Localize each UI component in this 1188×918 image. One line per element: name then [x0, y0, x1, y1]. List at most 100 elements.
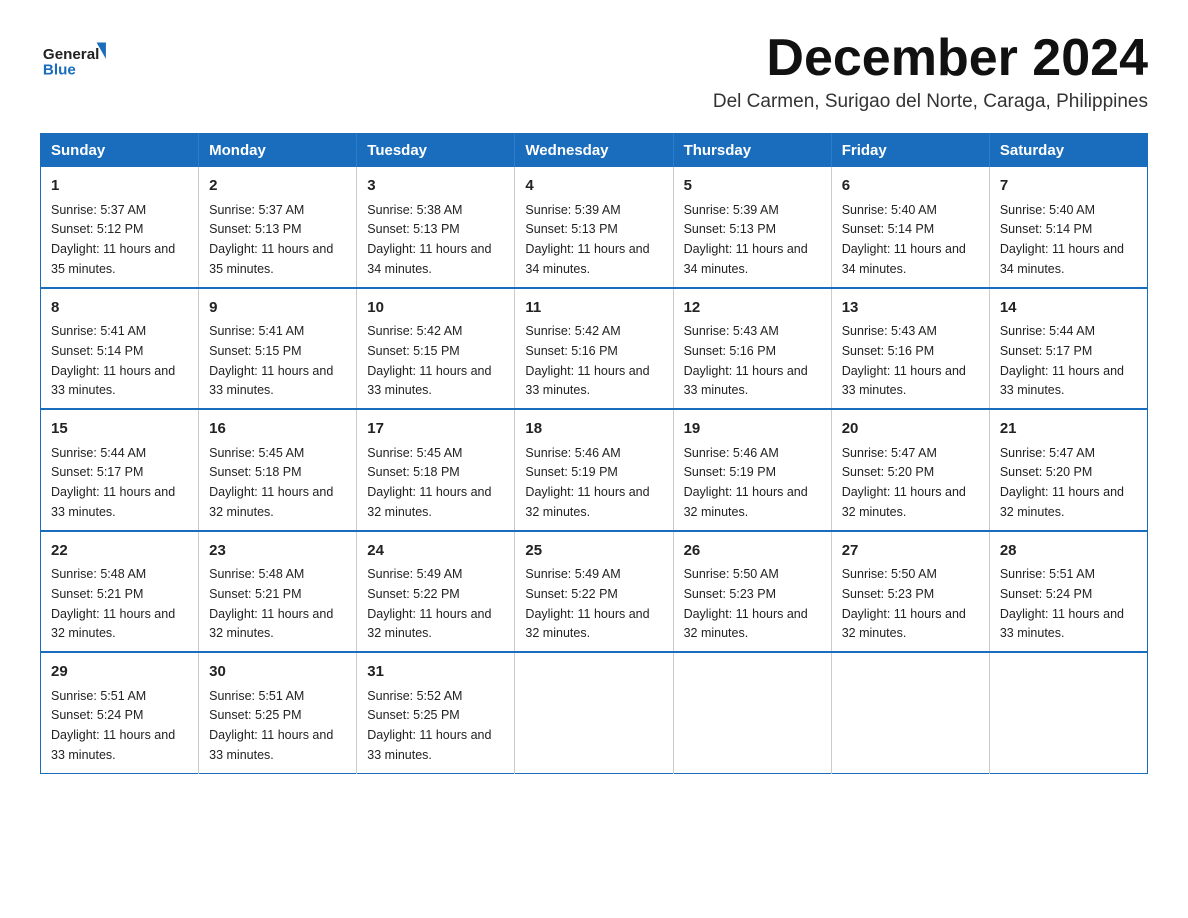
- day-info: Sunrise: 5:49 AMSunset: 5:22 PMDaylight:…: [525, 567, 649, 640]
- week-row-5: 29Sunrise: 5:51 AMSunset: 5:24 PMDayligh…: [41, 652, 1148, 773]
- day-info: Sunrise: 5:51 AMSunset: 5:24 PMDaylight:…: [1000, 567, 1124, 640]
- day-number: 1: [51, 175, 188, 198]
- weekday-header-wednesday: Wednesday: [515, 134, 673, 168]
- day-info: Sunrise: 5:51 AMSunset: 5:25 PMDaylight:…: [209, 689, 333, 762]
- calendar-cell: [515, 652, 673, 773]
- calendar-cell: 7Sunrise: 5:40 AMSunset: 5:14 PMDaylight…: [989, 167, 1147, 288]
- calendar-cell: 6 Sunrise: 5:40 AMSunset: 5:14 PMDaylight…: [831, 167, 989, 288]
- title-block: December 2024 Del Carmen, Surigao del No…: [713, 30, 1148, 113]
- calendar-table: SundayMondayTuesdayWednesdayThursdayFrid…: [40, 133, 1148, 774]
- day-info: Sunrise: 5:44 AMSunset: 5:17 PMDaylight:…: [51, 446, 175, 519]
- day-number: 25: [525, 540, 662, 563]
- day-info: Sunrise: 5:39 AMSunset: 5:13 PMDaylight:…: [525, 203, 649, 276]
- week-row-1: 1 Sunrise: 5:37 AMSunset: 5:12 PMDaylight…: [41, 167, 1148, 288]
- calendar-cell: 21 Sunrise: 5:47 AMSunset: 5:20 PMDayligh…: [989, 409, 1147, 531]
- weekday-header-tuesday: Tuesday: [357, 134, 515, 168]
- week-row-3: 15 Sunrise: 5:44 AMSunset: 5:17 PMDayligh…: [41, 409, 1148, 531]
- calendar-cell: 23Sunrise: 5:48 AMSunset: 5:21 PMDayligh…: [199, 531, 357, 653]
- calendar-cell: 12 Sunrise: 5:43 AMSunset: 5:16 PMDayligh…: [673, 288, 831, 410]
- day-number: 22: [51, 540, 188, 563]
- weekday-header-friday: Friday: [831, 134, 989, 168]
- day-number: 31: [367, 661, 504, 684]
- day-info: Sunrise: 5:45 AMSunset: 5:18 PMDaylight:…: [367, 446, 491, 519]
- calendar-cell: 2Sunrise: 5:37 AMSunset: 5:13 PMDaylight…: [199, 167, 357, 288]
- day-number: 27: [842, 540, 979, 563]
- week-row-2: 8Sunrise: 5:41 AMSunset: 5:14 PMDaylight…: [41, 288, 1148, 410]
- day-number: 10: [367, 297, 504, 320]
- svg-text:Blue: Blue: [43, 62, 76, 79]
- day-info: Sunrise: 5:42 AMSunset: 5:15 PMDaylight:…: [367, 324, 491, 397]
- weekday-header-row: SundayMondayTuesdayWednesdayThursdayFrid…: [41, 134, 1148, 168]
- calendar-cell: 4 Sunrise: 5:39 AMSunset: 5:13 PMDaylight…: [515, 167, 673, 288]
- day-info: Sunrise: 5:40 AMSunset: 5:14 PMDaylight:…: [842, 203, 966, 276]
- calendar-cell: 31Sunrise: 5:52 AMSunset: 5:25 PMDayligh…: [357, 652, 515, 773]
- day-info: Sunrise: 5:51 AMSunset: 5:24 PMDaylight:…: [51, 689, 175, 762]
- calendar-cell: 18 Sunrise: 5:46 AMSunset: 5:19 PMDayligh…: [515, 409, 673, 531]
- day-number: 4: [525, 175, 662, 198]
- calendar-cell: 13 Sunrise: 5:43 AMSunset: 5:16 PMDayligh…: [831, 288, 989, 410]
- svg-text:General: General: [43, 46, 99, 63]
- day-info: Sunrise: 5:50 AMSunset: 5:23 PMDaylight:…: [684, 567, 808, 640]
- day-info: Sunrise: 5:47 AMSunset: 5:20 PMDaylight:…: [1000, 446, 1124, 519]
- weekday-header-monday: Monday: [199, 134, 357, 168]
- day-number: 21: [1000, 418, 1137, 441]
- day-info: Sunrise: 5:48 AMSunset: 5:21 PMDaylight:…: [51, 567, 175, 640]
- calendar-cell: 27 Sunrise: 5:50 AMSunset: 5:23 PMDayligh…: [831, 531, 989, 653]
- calendar-cell: 22 Sunrise: 5:48 AMSunset: 5:21 PMDayligh…: [41, 531, 199, 653]
- day-info: Sunrise: 5:50 AMSunset: 5:23 PMDaylight:…: [842, 567, 966, 640]
- calendar-cell: 17 Sunrise: 5:45 AMSunset: 5:18 PMDayligh…: [357, 409, 515, 531]
- calendar-cell: 20 Sunrise: 5:47 AMSunset: 5:20 PMDayligh…: [831, 409, 989, 531]
- day-number: 18: [525, 418, 662, 441]
- calendar-cell: 19 Sunrise: 5:46 AMSunset: 5:19 PMDayligh…: [673, 409, 831, 531]
- day-info: Sunrise: 5:44 AMSunset: 5:17 PMDaylight:…: [1000, 324, 1124, 397]
- weekday-header-sunday: Sunday: [41, 134, 199, 168]
- calendar-cell: 26Sunrise: 5:50 AMSunset: 5:23 PMDayligh…: [673, 531, 831, 653]
- day-number: 11: [525, 297, 662, 320]
- day-info: Sunrise: 5:39 AMSunset: 5:13 PMDaylight:…: [684, 203, 808, 276]
- weekday-header-thursday: Thursday: [673, 134, 831, 168]
- day-number: 7: [1000, 175, 1137, 198]
- calendar-cell: 29Sunrise: 5:51 AMSunset: 5:24 PMDayligh…: [41, 652, 199, 773]
- calendar-cell: [989, 652, 1147, 773]
- day-number: 23: [209, 540, 346, 563]
- day-number: 15: [51, 418, 188, 441]
- day-number: 2: [209, 175, 346, 198]
- logo: General Blue: [40, 30, 110, 90]
- calendar-cell: 8Sunrise: 5:41 AMSunset: 5:14 PMDaylight…: [41, 288, 199, 410]
- day-info: Sunrise: 5:41 AMSunset: 5:14 PMDaylight:…: [51, 324, 175, 397]
- month-title: December 2024: [713, 30, 1148, 87]
- day-number: 28: [1000, 540, 1137, 563]
- day-number: 5: [684, 175, 821, 198]
- calendar-cell: 10 Sunrise: 5:42 AMSunset: 5:15 PMDayligh…: [357, 288, 515, 410]
- day-number: 16: [209, 418, 346, 441]
- logo-svg: General Blue: [40, 30, 110, 90]
- calendar-cell: 1 Sunrise: 5:37 AMSunset: 5:12 PMDaylight…: [41, 167, 199, 288]
- day-info: Sunrise: 5:41 AMSunset: 5:15 PMDaylight:…: [209, 324, 333, 397]
- day-info: Sunrise: 5:38 AMSunset: 5:13 PMDaylight:…: [367, 203, 491, 276]
- day-info: Sunrise: 5:43 AMSunset: 5:16 PMDaylight:…: [684, 324, 808, 397]
- calendar-cell: 9 Sunrise: 5:41 AMSunset: 5:15 PMDaylight…: [199, 288, 357, 410]
- day-number: 12: [684, 297, 821, 320]
- calendar-cell: 15 Sunrise: 5:44 AMSunset: 5:17 PMDayligh…: [41, 409, 199, 531]
- day-number: 17: [367, 418, 504, 441]
- calendar-cell: 28 Sunrise: 5:51 AMSunset: 5:24 PMDayligh…: [989, 531, 1147, 653]
- day-info: Sunrise: 5:37 AMSunset: 5:12 PMDaylight:…: [51, 203, 175, 276]
- day-number: 14: [1000, 297, 1137, 320]
- day-info: Sunrise: 5:43 AMSunset: 5:16 PMDaylight:…: [842, 324, 966, 397]
- day-number: 19: [684, 418, 821, 441]
- day-info: Sunrise: 5:46 AMSunset: 5:19 PMDaylight:…: [684, 446, 808, 519]
- day-number: 9: [209, 297, 346, 320]
- calendar-cell: 16 Sunrise: 5:45 AMSunset: 5:18 PMDayligh…: [199, 409, 357, 531]
- day-info: Sunrise: 5:46 AMSunset: 5:19 PMDaylight:…: [525, 446, 649, 519]
- day-number: 3: [367, 175, 504, 198]
- page-header: General Blue December 2024 Del Carmen, S…: [40, 30, 1148, 113]
- day-number: 20: [842, 418, 979, 441]
- calendar-cell: 11Sunrise: 5:42 AMSunset: 5:16 PMDayligh…: [515, 288, 673, 410]
- weekday-header-saturday: Saturday: [989, 134, 1147, 168]
- day-info: Sunrise: 5:47 AMSunset: 5:20 PMDaylight:…: [842, 446, 966, 519]
- day-number: 6: [842, 175, 979, 198]
- day-number: 30: [209, 661, 346, 684]
- calendar-cell: 25 Sunrise: 5:49 AMSunset: 5:22 PMDayligh…: [515, 531, 673, 653]
- day-number: 13: [842, 297, 979, 320]
- day-info: Sunrise: 5:45 AMSunset: 5:18 PMDaylight:…: [209, 446, 333, 519]
